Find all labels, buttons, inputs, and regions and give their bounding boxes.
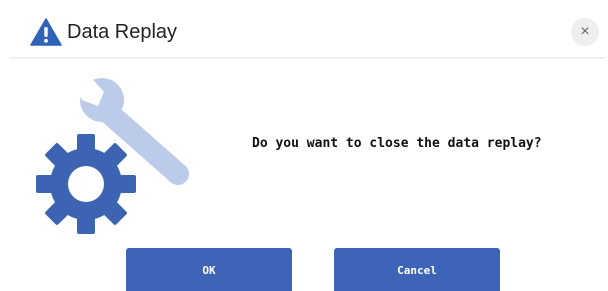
dialog-message: Do you want to close the data replay? — [252, 136, 542, 151]
cancel-button[interactable]: Cancel — [334, 248, 500, 291]
close-data-replay-dialog: Data Replay × Do you want to close the d… — [0, 0, 608, 291]
ok-button[interactable]: OK — [126, 248, 292, 291]
settings-wrench-gear-icon — [36, 74, 189, 234]
close-button[interactable]: × — [571, 18, 599, 46]
close-icon: × — [580, 23, 590, 40]
dialog-title: Data Replay — [67, 21, 178, 43]
warning-icon — [30, 18, 62, 46]
gear-icon — [36, 134, 136, 234]
title-divider — [10, 57, 605, 59]
dialog-titlebar: Data Replay × — [0, 0, 608, 60]
